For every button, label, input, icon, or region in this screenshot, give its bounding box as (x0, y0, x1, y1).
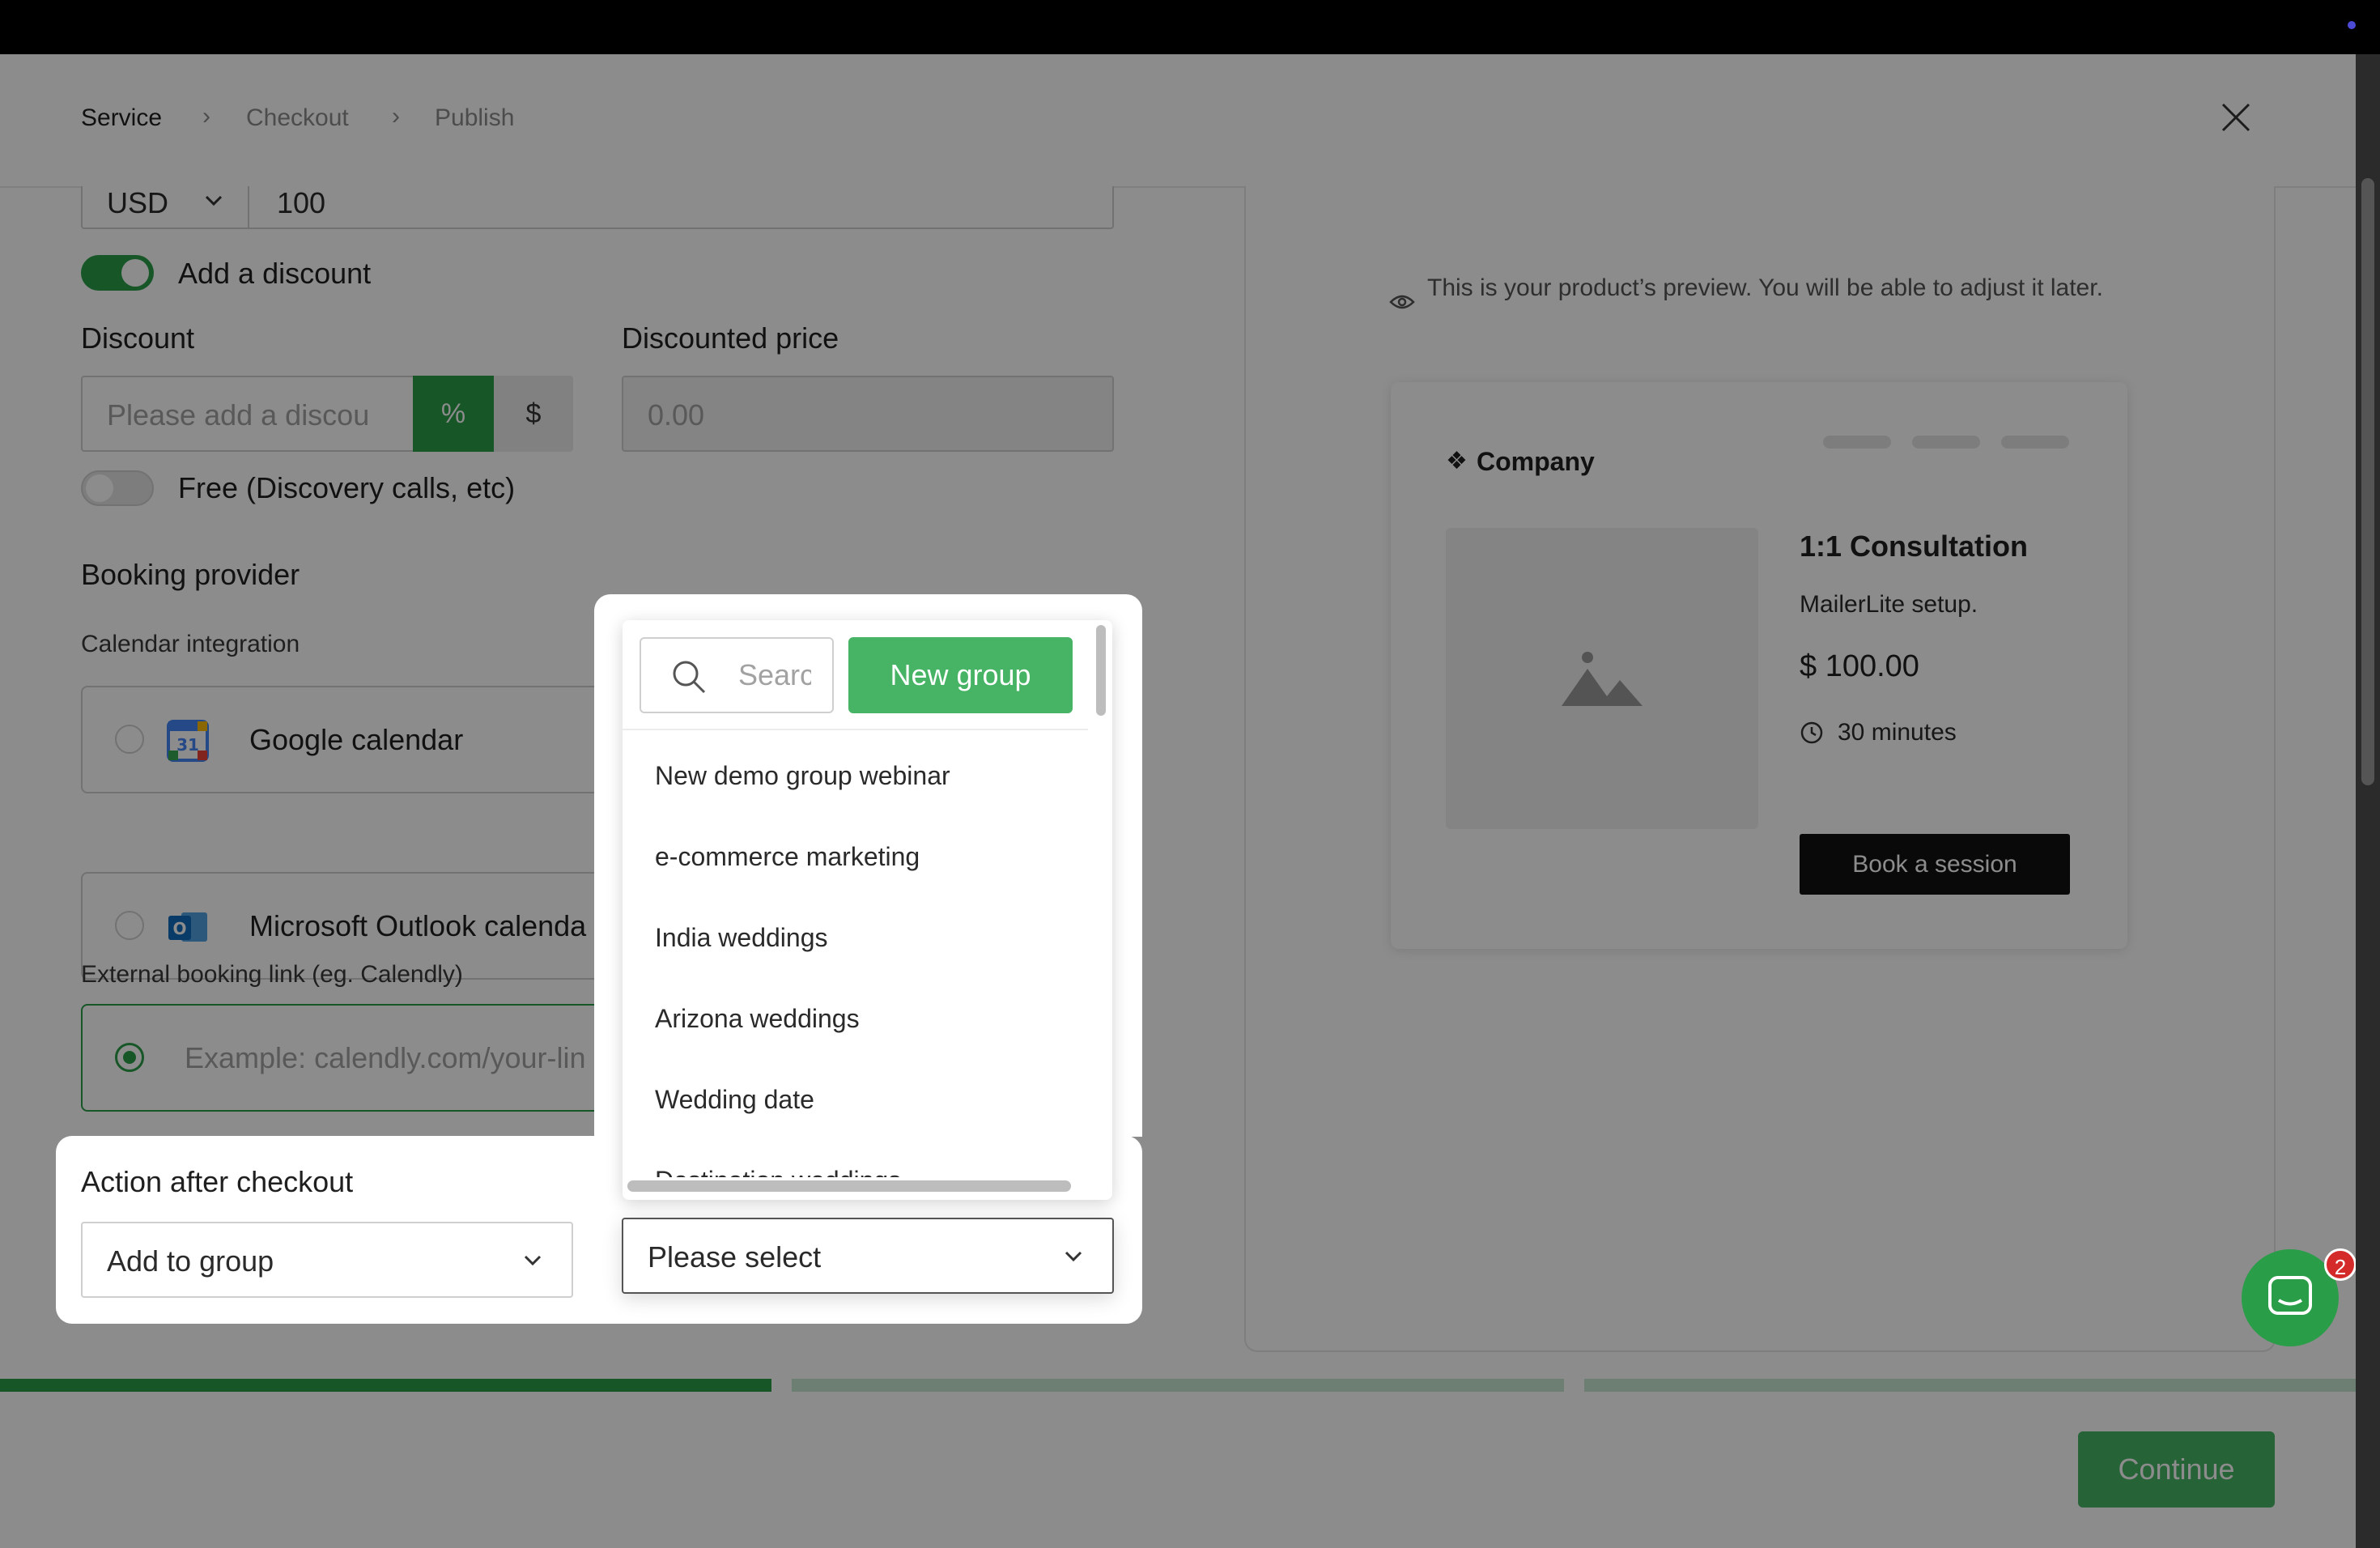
group-select[interactable]: Please select (622, 1218, 1114, 1294)
action-select[interactable]: Add to group (81, 1222, 573, 1298)
chat-icon (2268, 1276, 2312, 1315)
group-option[interactable]: Destination weddings (655, 1166, 901, 1177)
modal-overlay (0, 54, 2356, 1548)
system-top-bar (0, 0, 2380, 54)
page-scrollbar-thumb[interactable] (2361, 178, 2374, 785)
chevron-down-icon (1065, 1251, 1082, 1262)
group-option[interactable]: Wedding date (655, 1085, 814, 1115)
group-search-placeholder: Search (738, 658, 811, 691)
group-select-placeholder: Please select (648, 1240, 822, 1274)
chat-notification-badge: 2 (2324, 1248, 2357, 1281)
group-search-input[interactable]: Search (640, 637, 834, 713)
group-option[interactable]: Arizona weddings (655, 1004, 860, 1034)
group-option[interactable]: India weddings (655, 923, 827, 953)
group-option[interactable]: New demo group webinar (655, 761, 950, 791)
search-icon (673, 661, 706, 694)
group-option[interactable]: e-commerce marketing (655, 842, 920, 872)
group-dropdown-menu: Search New group New demo group webinar … (623, 620, 1112, 1200)
action-after-checkout-title: Action after checkout (81, 1165, 354, 1198)
status-dot (2348, 21, 2356, 29)
dropdown-divider (623, 729, 1088, 730)
action-select-value: Add to group (107, 1244, 274, 1278)
dropdown-horizontal-scrollbar[interactable] (627, 1180, 1071, 1192)
chevron-down-icon (524, 1255, 542, 1266)
new-group-button[interactable]: New group (848, 637, 1073, 713)
dropdown-vertical-scrollbar[interactable] (1096, 625, 1106, 716)
